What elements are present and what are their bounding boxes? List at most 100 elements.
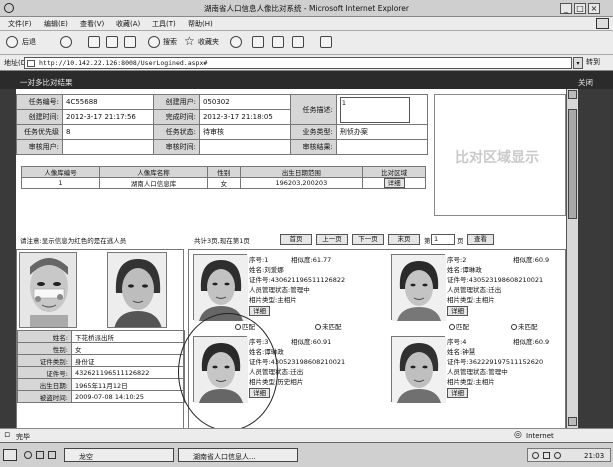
candidate-photo bbox=[193, 336, 248, 403]
status-label: 任务状态: bbox=[152, 124, 200, 140]
candidate-card-1: 序号:1 相似度:61.77 姓名:刘爱娜 证件号:43062119651112… bbox=[191, 252, 401, 336]
go-button[interactable]: 转到 bbox=[586, 57, 600, 67]
scroll-thumb[interactable] bbox=[568, 109, 577, 219]
volume-icon[interactable] bbox=[543, 452, 550, 459]
minimize-button[interactable]: _ bbox=[560, 3, 572, 14]
face-image bbox=[392, 337, 446, 403]
desc-textarea[interactable]: 1 bbox=[339, 96, 410, 123]
query-person-panel: 姓名: 下花桥派出所 性别: 女 证件类别: 身份证 证件号: 432621196511… bbox=[16, 249, 185, 428]
address-dropdown-icon[interactable]: ▾ bbox=[573, 57, 583, 69]
candidate-detail-button[interactable]: 详细 bbox=[447, 388, 468, 398]
candidate-card-2: 序号:2 相似度:60.9 姓名:谭琳政 证件号:430523198608210… bbox=[389, 252, 566, 336]
desktop-quicklaunch-icon[interactable] bbox=[36, 451, 44, 459]
maximize-button[interactable]: □ bbox=[574, 3, 586, 14]
biz-type-label: 业务类型: bbox=[289, 124, 337, 140]
back-arrow-icon[interactable] bbox=[6, 36, 18, 48]
network-icon[interactable] bbox=[532, 452, 539, 459]
review-time-label: 审核时间: bbox=[152, 139, 200, 155]
address-input[interactable]: http://10.142.22.126:8008/UserLogined.as… bbox=[24, 57, 572, 69]
menu-view[interactable]: 查看(V) bbox=[80, 19, 104, 29]
prev-page-button[interactable]: 上一页 bbox=[316, 234, 348, 245]
match-radio[interactable]: 匹配 bbox=[449, 321, 469, 331]
clock: 21:03 bbox=[584, 452, 605, 460]
address-bar: 地址(D) http://10.142.22.126:8008/UserLogi… bbox=[0, 55, 613, 71]
search-button[interactable]: 搜索 bbox=[163, 37, 177, 47]
history-icon[interactable] bbox=[230, 36, 242, 48]
refresh-icon[interactable] bbox=[106, 36, 118, 48]
discuss-icon[interactable] bbox=[320, 36, 332, 48]
priority-label: 任务优先级 bbox=[16, 124, 63, 140]
title-bar: 湖南省人口信息人像比对系统 - Microsoft Internet Explo… bbox=[0, 0, 613, 17]
task-no-label: 任务编号: bbox=[16, 94, 63, 110]
taskbar-item-longkong[interactable]: 龙空 bbox=[64, 448, 174, 462]
nomatch-radio[interactable]: 未匹配 bbox=[511, 321, 538, 331]
db-detail-button[interactable]: 详细 bbox=[383, 178, 405, 188]
forward-arrow-icon[interactable] bbox=[60, 36, 72, 48]
result-panel: 任务编号: 4C55688 创建用户: 050302 任务描述: 1 创建时间:… bbox=[16, 89, 566, 428]
task-no-value: 4C55688 bbox=[62, 94, 154, 110]
search-icon[interactable] bbox=[148, 36, 160, 48]
compare-area-placeholder: 比对区域显示 bbox=[455, 150, 539, 166]
candidate-status: 人员管理状态:迁出 bbox=[249, 368, 304, 376]
favorites-button[interactable]: 收藏夹 bbox=[198, 37, 219, 47]
candidate-similarity: 相似度:61.77 bbox=[291, 256, 332, 264]
biz-type-value: 刑侦办案 bbox=[335, 124, 429, 140]
goto-page-input[interactable]: 1 bbox=[431, 234, 455, 245]
explorer-quicklaunch-icon[interactable] bbox=[48, 451, 56, 459]
menu-help[interactable]: 帮助(H) bbox=[188, 19, 213, 29]
detail-cell: 详细 bbox=[362, 177, 426, 189]
start-button[interactable] bbox=[3, 449, 17, 461]
db-no-cell: 1 bbox=[21, 177, 100, 189]
scroll-up-icon[interactable] bbox=[568, 90, 577, 99]
match-radio[interactable]: 匹配 bbox=[235, 321, 255, 331]
ie-quicklaunch-icon[interactable] bbox=[24, 451, 32, 459]
edit-icon[interactable] bbox=[292, 36, 304, 48]
face-image bbox=[108, 253, 166, 327]
security-icon[interactable] bbox=[554, 452, 561, 459]
result-header: 一对多比对结果 关闭 bbox=[0, 71, 613, 89]
favorites-star-icon[interactable]: ☆ bbox=[184, 34, 195, 48]
query-photo-registered bbox=[107, 252, 167, 328]
scroll-down-icon[interactable] bbox=[568, 417, 577, 426]
vertical-scrollbar[interactable] bbox=[566, 89, 578, 428]
candidate-seq: 序号:1 bbox=[249, 256, 269, 264]
system-tray: 21:03 bbox=[527, 448, 611, 462]
pager: 共计3页,现在第1页 首页 上一页 下一页 末页 第 1 页 查看 bbox=[194, 234, 494, 246]
first-page-button[interactable]: 首页 bbox=[280, 234, 312, 245]
radio-circle-icon bbox=[449, 324, 455, 330]
next-page-button[interactable]: 下一页 bbox=[352, 234, 384, 245]
candidate-id: 证件号:430523198608210021 bbox=[249, 358, 346, 366]
menu-tools[interactable]: 工具(T) bbox=[152, 19, 176, 29]
radio-circle-icon bbox=[511, 324, 517, 330]
candidate-detail-button[interactable]: 详细 bbox=[447, 306, 468, 316]
gender-cell: 女 bbox=[207, 177, 241, 189]
status-bar: ▫ 完毕 ◎ Internet bbox=[0, 428, 613, 442]
creator-value: 050302 bbox=[198, 94, 291, 110]
candidate-card-3: 序号:3 相似度:60.91 姓名:谭琳政 证件号:43052319860821… bbox=[191, 334, 401, 418]
taskbar-item-browser[interactable]: 湖南省人口信息人... bbox=[178, 448, 298, 462]
name-label: 姓名: bbox=[17, 330, 72, 343]
candidate-seq: 序号:3 bbox=[249, 338, 269, 346]
candidate-status: 人员管理状态:管理中 bbox=[249, 286, 310, 294]
stop-icon[interactable] bbox=[88, 36, 100, 48]
candidate-id: 证件号:430621196511126822 bbox=[249, 276, 346, 284]
menu-edit[interactable]: 编辑(E) bbox=[44, 19, 68, 29]
menu-favorites[interactable]: 收藏(A) bbox=[116, 19, 140, 29]
close-link[interactable]: 关闭 bbox=[578, 77, 593, 88]
candidate-name: 姓名:钟慧 bbox=[447, 348, 476, 356]
close-button[interactable]: × bbox=[588, 3, 600, 14]
id-type-label: 证件类别: bbox=[17, 354, 72, 367]
back-button[interactable]: 后退 bbox=[22, 37, 36, 47]
last-page-button[interactable]: 末页 bbox=[388, 234, 420, 245]
menu-file[interactable]: 文件(F) bbox=[8, 19, 32, 29]
lost-time-label: 被盗时间: bbox=[17, 390, 72, 403]
reviewer-value bbox=[62, 139, 154, 155]
mail-icon[interactable] bbox=[252, 36, 264, 48]
view-button[interactable]: 查看 bbox=[467, 234, 494, 245]
radio-circle-icon bbox=[315, 324, 321, 330]
nomatch-radio[interactable]: 未匹配 bbox=[315, 321, 342, 331]
home-icon[interactable] bbox=[124, 36, 136, 48]
candidate-detail-button[interactable]: 详细 bbox=[249, 388, 270, 398]
candidate-detail-button[interactable]: 详细 bbox=[249, 306, 270, 316]
print-icon[interactable] bbox=[272, 36, 284, 48]
